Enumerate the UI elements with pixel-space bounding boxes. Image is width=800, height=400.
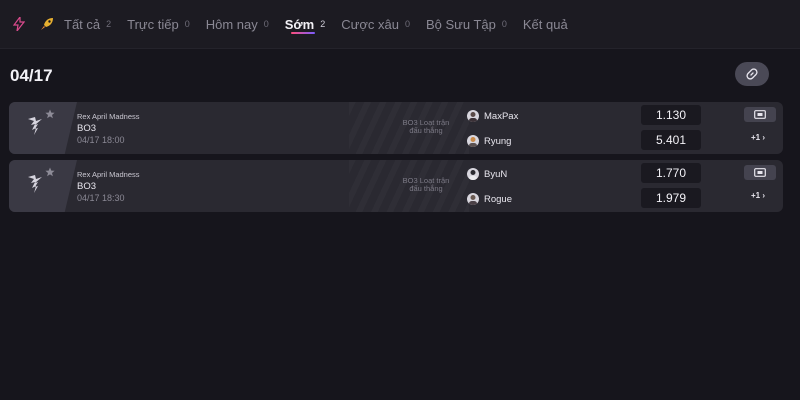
tab-label: Bộ Sưu Tập <box>425 16 496 32</box>
match-time: 04/17 18:00 <box>77 135 125 145</box>
team-1: ByuN <box>467 168 507 180</box>
bet-type: BO3 Loạt trận đấu thắng <box>391 119 461 135</box>
stream-button[interactable] <box>744 165 776 180</box>
lightning-icon[interactable] <box>8 13 30 35</box>
tab-label: Hôm nay <box>205 16 258 32</box>
share-link-button[interactable] <box>735 62 769 86</box>
date-group-heading: 04/17 <box>10 66 53 85</box>
player-avatar <box>467 110 479 122</box>
starcraft-logo-icon <box>26 174 44 201</box>
tab-count: 0 <box>263 19 269 29</box>
tab-results[interactable]: Kết quả <box>523 0 568 48</box>
bet-type-line: đấu thắng <box>409 126 443 135</box>
league-name: Rex April Madness <box>77 170 140 179</box>
tab-label: Trực tiếp <box>127 16 179 32</box>
odds-button-team-1[interactable]: 1.130 <box>641 105 701 125</box>
more-markets-link[interactable]: +1 › <box>751 191 765 200</box>
bet-type: BO3 Loạt trận đấu thắng <box>391 177 461 193</box>
tab-label: Cược xâu <box>341 16 399 32</box>
link-icon <box>746 68 758 80</box>
tab-label: Sớm <box>284 16 315 32</box>
odds-button-team-2[interactable]: 5.401 <box>641 130 701 150</box>
tab-collection[interactable]: Bộ Sưu Tập 0 <box>426 0 507 48</box>
team-name: Rogue <box>484 193 512 205</box>
stream-button[interactable] <box>744 107 776 122</box>
rocket-icon[interactable] <box>36 13 58 35</box>
team-2: Rogue <box>467 193 512 205</box>
tab-label: Kết quả <box>522 16 568 32</box>
tab-label: Tất cả <box>64 16 101 32</box>
tab-count: 0 <box>184 19 190 29</box>
screen-icon <box>754 168 766 177</box>
tab-all[interactable]: Tất cả 2 <box>64 0 111 48</box>
match-card[interactable]: Rex April Madness BO3 04/17 18:00 BO3 Lo… <box>9 102 783 154</box>
tab-parlay[interactable]: Cược xâu 0 <box>341 0 410 48</box>
tab-count: 2 <box>106 19 112 29</box>
player-avatar <box>467 135 479 147</box>
team-name: MaxPax <box>484 110 519 122</box>
team-name: Ryung <box>484 135 512 147</box>
starcraft-logo-icon <box>26 116 44 143</box>
league-name: Rex April Madness <box>77 112 140 121</box>
team-1: MaxPax <box>467 110 518 122</box>
player-avatar <box>467 168 479 180</box>
filter-tabs: Tất cả 2 Trực tiếp 0 Hôm nay 0 Sớm 2 Cượ… <box>8 0 584 48</box>
odds-button-team-1[interactable]: 1.770 <box>641 163 701 183</box>
more-markets-link[interactable]: +1 › <box>751 133 765 142</box>
tab-live[interactable]: Trực tiếp 0 <box>127 0 190 48</box>
tab-count: 2 <box>320 19 326 29</box>
tab-count: 0 <box>404 19 410 29</box>
odds-button-team-2[interactable]: 1.979 <box>641 188 701 208</box>
bet-type-line: đấu thắng <box>409 184 443 193</box>
star-icon[interactable] <box>45 106 55 124</box>
match-time: 04/17 18:30 <box>77 193 125 203</box>
tab-early[interactable]: Sớm 2 <box>284 0 326 48</box>
match-card[interactable]: Rex April Madness BO3 04/17 18:30 BO3 Lo… <box>9 160 783 212</box>
top-nav-bar: Tất cả 2 Trực tiếp 0 Hôm nay 0 Sớm 2 Cượ… <box>0 0 800 49</box>
match-format: BO3 <box>77 123 97 134</box>
star-icon[interactable] <box>45 164 55 182</box>
match-format: BO3 <box>77 181 97 192</box>
team-name: ByuN <box>484 168 508 180</box>
team-2: Ryung <box>467 135 511 147</box>
player-avatar <box>467 193 479 205</box>
screen-icon <box>754 110 766 119</box>
tab-today[interactable]: Hôm nay 0 <box>206 0 269 48</box>
tab-count: 0 <box>501 19 507 29</box>
